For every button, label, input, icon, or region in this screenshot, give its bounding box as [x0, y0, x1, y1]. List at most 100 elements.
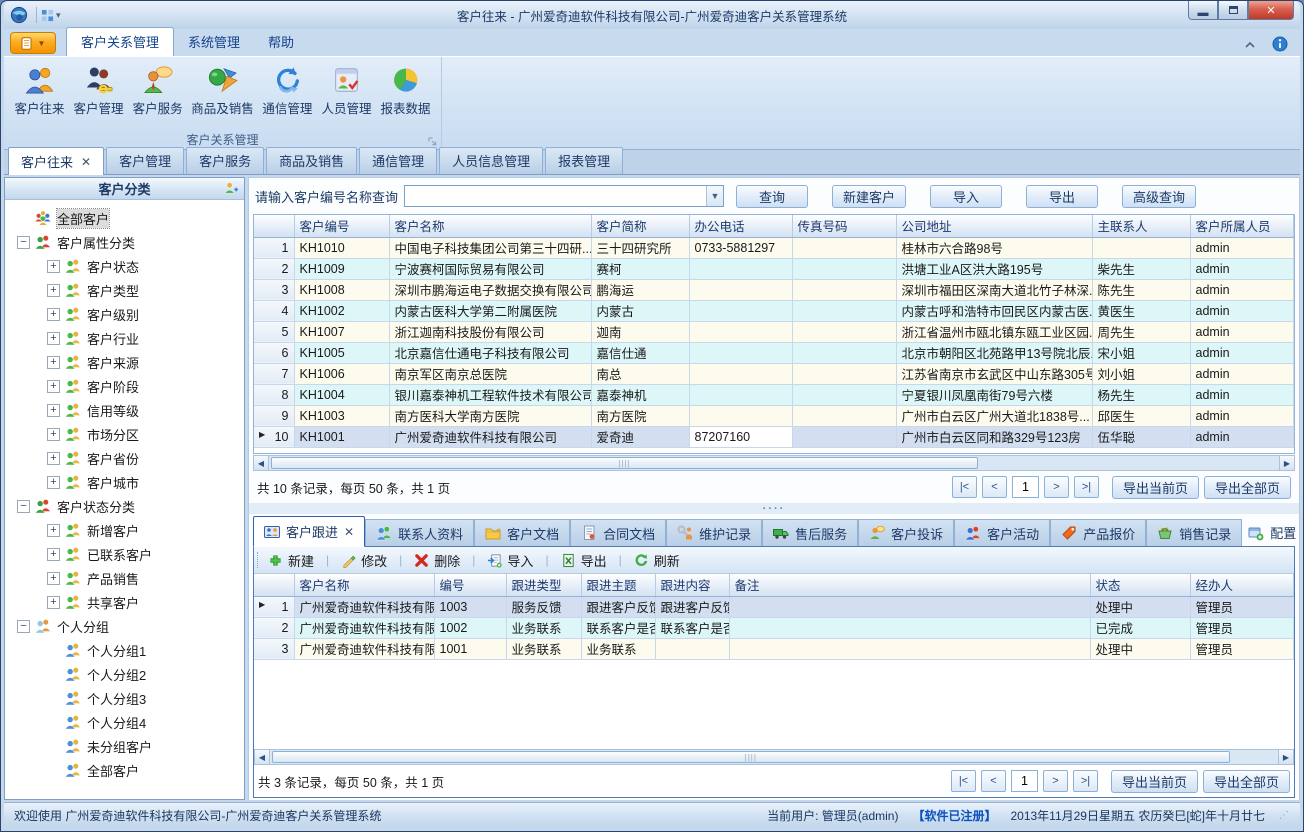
detail-tab-config[interactable]: 配置	[1242, 519, 1302, 546]
dialog-launcher-icon[interactable]	[428, 137, 437, 146]
horizontal-scrollbar[interactable]: ◀ |||| ▶	[253, 455, 1295, 471]
column-header[interactable]: 状态	[1090, 574, 1190, 596]
column-header[interactable]: 跟进内容	[655, 574, 729, 596]
scroll-right-icon[interactable]: ▶	[1278, 750, 1293, 764]
tree-item[interactable]: +客户级别	[5, 302, 244, 326]
ribbon-button-goods-sales[interactable]: 商品及销售	[187, 61, 258, 119]
doc-tab-report-mgmt[interactable]: 报表管理	[545, 147, 623, 174]
tree-item[interactable]: +客户行业	[5, 326, 244, 350]
column-header[interactable]: 经办人	[1190, 574, 1294, 596]
customer-search-combobox[interactable]: ▼	[404, 185, 724, 207]
doc-tab-customer-mgmt[interactable]: 客户管理	[106, 147, 184, 174]
customer-row[interactable]: 2KH1009宁波赛柯国际贸易有限公司赛柯洪塘工业A区洪大路195号柴先生adm…	[254, 258, 1294, 279]
close-tab-icon[interactable]: ✕	[344, 525, 354, 539]
edit-button[interactable]: 修改	[337, 549, 391, 572]
column-header[interactable]: 跟进主题	[581, 574, 655, 596]
detail-tab-after-sales[interactable]: 售后服务	[762, 519, 858, 546]
scrollbar-track[interactable]: ||||	[269, 456, 1279, 470]
expander-plus-icon[interactable]: +	[47, 260, 60, 273]
column-header[interactable]: 客户编号	[294, 215, 389, 237]
doc-tab-comm-mgmt[interactable]: 通信管理	[359, 147, 437, 174]
customer-row[interactable]: ▶10KH1001广州爱奇迪软件科技有限公司爱奇迪87207160广州市白云区同…	[254, 426, 1294, 447]
detail-tab-activities[interactable]: 客户活动	[954, 519, 1050, 546]
new-customer-button[interactable]: 新建客户	[832, 185, 906, 208]
search-input[interactable]	[405, 186, 706, 206]
tree-item[interactable]: +客户状态	[5, 254, 244, 278]
tree-item[interactable]: +客户类型	[5, 278, 244, 302]
customer-row[interactable]: 8KH1004银川嘉泰神机工程软件技术有限公司嘉泰神机宁夏银川凤凰南街79号六楼…	[254, 384, 1294, 405]
ribbon-button-customer-service[interactable]: 客户服务	[128, 61, 187, 119]
followup-row[interactable]: 3广州爱奇迪软件科技有限公司1001业务联系业务联系处理中管理员	[254, 638, 1294, 659]
ribbon-tab-help[interactable]: 帮助	[254, 28, 308, 56]
scroll-left-icon[interactable]: ◀	[254, 456, 269, 470]
column-header[interactable]: 客户简称	[591, 215, 689, 237]
tree-item[interactable]: 个人分组1	[5, 638, 244, 662]
scrollbar-thumb[interactable]: ||||	[272, 751, 1230, 763]
splitter-handle[interactable]: ····	[249, 503, 1299, 514]
tree-item[interactable]: +产品销售	[5, 566, 244, 590]
doc-tab-customer-dealings[interactable]: 客户往来✕	[8, 147, 104, 175]
followup-row[interactable]: 2广州爱奇迪软件科技有限公司1002业务联系联系客户是否...联系客户是否...…	[254, 617, 1294, 638]
expander-minus-icon[interactable]: −	[17, 620, 30, 633]
expander-plus-icon[interactable]: +	[47, 404, 60, 417]
customer-row[interactable]: 9KH1003南方医科大学南方医院南方医院广州市白云区广州大道北1838号...…	[254, 405, 1294, 426]
advanced-query-button[interactable]: 高级查询	[1122, 185, 1196, 208]
scrollbar-thumb[interactable]: ||||	[271, 457, 978, 469]
expander-plus-icon[interactable]: +	[47, 548, 60, 561]
customers-prev-page-button[interactable]: <	[982, 476, 1007, 498]
column-header[interactable]: 公司地址	[896, 215, 1092, 237]
column-header[interactable]: 客户名称	[389, 215, 591, 237]
expander-plus-icon[interactable]: +	[47, 428, 60, 441]
expander-plus-icon[interactable]: +	[47, 284, 60, 297]
customers-first-page-button[interactable]: |<	[952, 476, 977, 498]
tree-item[interactable]: −客户状态分类	[5, 494, 244, 518]
followup-last-page-button[interactable]: >|	[1073, 770, 1098, 792]
tree-item[interactable]: −个人分组	[5, 614, 244, 638]
column-header[interactable]: 编号	[434, 574, 506, 596]
refresh-button[interactable]: 刷新	[630, 549, 684, 572]
ribbon-button-customer-dealings[interactable]: 客户往来	[10, 61, 69, 119]
column-header[interactable]: 客户所属人员	[1190, 215, 1294, 237]
tree-item[interactable]: +客户省份	[5, 446, 244, 470]
export-button[interactable]: 导出	[1026, 185, 1098, 208]
detail-tab-quotes[interactable]: 产品报价	[1050, 519, 1146, 546]
new-button[interactable]: 新建	[264, 549, 318, 572]
category-manage-icon[interactable]	[224, 181, 239, 196]
expander-minus-icon[interactable]: −	[17, 236, 30, 249]
customer-row[interactable]: 7KH1006南京军区南京总医院南总江苏省南京市玄武区中山东路305号刘小姐ad…	[254, 363, 1294, 384]
doc-tab-customer-service[interactable]: 客户服务	[186, 147, 264, 174]
expander-plus-icon[interactable]: +	[47, 452, 60, 465]
import-button[interactable]: 导入	[483, 549, 537, 572]
tree-item[interactable]: +客户阶段	[5, 374, 244, 398]
detail-tab-complaints[interactable]: 客户投诉	[858, 519, 954, 546]
tree-item[interactable]: 个人分组4	[5, 710, 244, 734]
ribbon-button-comm-mgmt[interactable]: 通信管理	[258, 61, 317, 119]
column-header[interactable]: 备注	[729, 574, 1090, 596]
customers-export-all-button[interactable]: 导出全部页	[1204, 476, 1291, 499]
tree-item[interactable]: +共享客户	[5, 590, 244, 614]
expander-plus-icon[interactable]: +	[47, 596, 60, 609]
query-button[interactable]: 查询	[736, 185, 808, 208]
collapse-ribbon-icon[interactable]	[1244, 39, 1256, 49]
tree-item[interactable]: +客户来源	[5, 350, 244, 374]
detail-tab-sales-records[interactable]: 销售记录	[1146, 519, 1242, 546]
customers-export-current-button[interactable]: 导出当前页	[1112, 476, 1199, 499]
scroll-right-icon[interactable]: ▶	[1279, 456, 1294, 470]
doc-tab-goods-sales[interactable]: 商品及销售	[266, 147, 357, 174]
tree-item[interactable]: +已联系客户	[5, 542, 244, 566]
customers-page-number-input[interactable]	[1012, 476, 1039, 498]
ribbon-tab-crm[interactable]: 客户关系管理	[66, 27, 174, 56]
customer-row[interactable]: 6KH1005北京嘉信仕通电子科技有限公司嘉信仕通北京市朝阳区北苑路甲13号院北…	[254, 342, 1294, 363]
help-icon[interactable]	[1272, 36, 1288, 52]
customers-last-page-button[interactable]: >|	[1074, 476, 1099, 498]
quick-access-toolbar[interactable]: ▾	[41, 9, 61, 22]
expander-plus-icon[interactable]: +	[47, 572, 60, 585]
doc-tab-personnel-info[interactable]: 人员信息管理	[439, 147, 543, 174]
followup-export-current-button[interactable]: 导出当前页	[1111, 770, 1198, 793]
tree-item[interactable]: +客户城市	[5, 470, 244, 494]
detail-tab-customer-docs[interactable]: 客户文档	[474, 519, 570, 546]
followup-prev-page-button[interactable]: <	[981, 770, 1006, 792]
minimize-button[interactable]: ▬	[1188, 1, 1218, 20]
detail-tab-contacts[interactable]: 联系人资料	[365, 519, 474, 546]
ribbon-tab-system-mgmt[interactable]: 系统管理	[174, 28, 254, 56]
